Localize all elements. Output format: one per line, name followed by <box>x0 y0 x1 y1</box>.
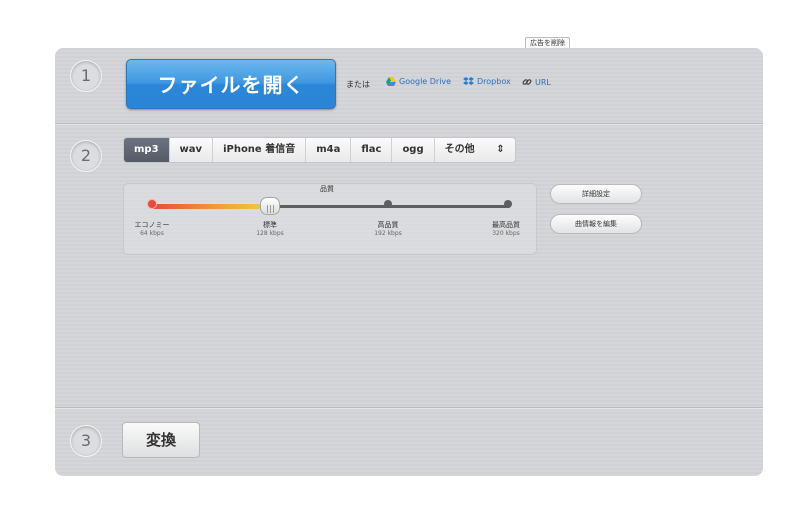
google-drive-link[interactable]: Google Drive <box>386 77 451 86</box>
quality-bitrate-best: 320 kbps <box>492 230 520 237</box>
step-convert: 3 変換 <box>55 408 763 476</box>
tab-m4a[interactable]: m4a <box>306 138 352 162</box>
quality-slider-handle[interactable] <box>260 197 280 215</box>
quality-label-high: 高品質 <box>377 221 399 229</box>
or-label: または <box>346 80 370 89</box>
quality-bitrate-standard: 128 kbps <box>256 230 284 237</box>
step-number-2: 2 <box>70 140 102 172</box>
advanced-settings-button[interactable]: 詳細設定 <box>550 184 642 204</box>
dropbox-label: Dropbox <box>477 77 511 86</box>
tab-mp3[interactable]: mp3 <box>124 138 170 162</box>
url-link[interactable]: URL <box>522 77 551 87</box>
step-number-1: 1 <box>70 60 102 92</box>
google-drive-icon <box>386 77 396 86</box>
quality-fill <box>152 204 270 209</box>
converter-panel: 1 ファイルを開く または Google Drive Dropbox URL 2… <box>55 48 763 476</box>
tab-other-formats[interactable]: その他 ⇕ <box>434 138 515 162</box>
tab-wav[interactable]: wav <box>169 138 214 162</box>
tab-other-label: その他 <box>444 144 475 155</box>
quality-stop-high[interactable] <box>384 200 392 208</box>
updown-arrow-icon: ⇕ <box>496 144 505 155</box>
step-number-3: 3 <box>70 425 102 457</box>
step-open-file: 1 ファイルを開く または Google Drive Dropbox URL <box>55 48 763 124</box>
quality-bitrate-economy: 64 kbps <box>140 230 164 237</box>
quality-label-standard: 標準 <box>263 221 277 229</box>
dropbox-link[interactable]: Dropbox <box>463 77 511 86</box>
step-choose-format: 2 mp3 wav iPhone 着信音 m4a flac ogg その他 ⇕ … <box>55 124 763 408</box>
convert-button[interactable]: 変換 <box>122 422 200 458</box>
quality-bitrate-high: 192 kbps <box>374 230 402 237</box>
tab-ogg[interactable]: ogg <box>392 138 435 162</box>
dropbox-icon <box>463 77 474 85</box>
open-file-button[interactable]: ファイルを開く <box>126 59 336 109</box>
quality-stop-best[interactable] <box>504 200 512 208</box>
tab-flac[interactable]: flac <box>351 138 393 162</box>
quality-label-best: 最高品質 <box>492 221 520 229</box>
google-drive-label: Google Drive <box>399 77 452 86</box>
quality-stop-economy[interactable] <box>148 200 156 208</box>
tab-iphone-ringtone[interactable]: iPhone 着信音 <box>213 138 307 162</box>
quality-title: 品質 <box>320 185 334 193</box>
quality-label-economy: エコノミー <box>134 221 170 229</box>
quality-slider-box: 品質 エコノミー 64 kbps 標準 128 kbps 高品質 192 kbp… <box>123 183 537 255</box>
link-icon <box>522 79 532 85</box>
format-tabs: mp3 wav iPhone 着信音 m4a flac ogg その他 ⇕ <box>123 137 516 163</box>
edit-track-info-button[interactable]: 曲情報を編集 <box>550 214 642 234</box>
url-label: URL <box>535 77 551 87</box>
